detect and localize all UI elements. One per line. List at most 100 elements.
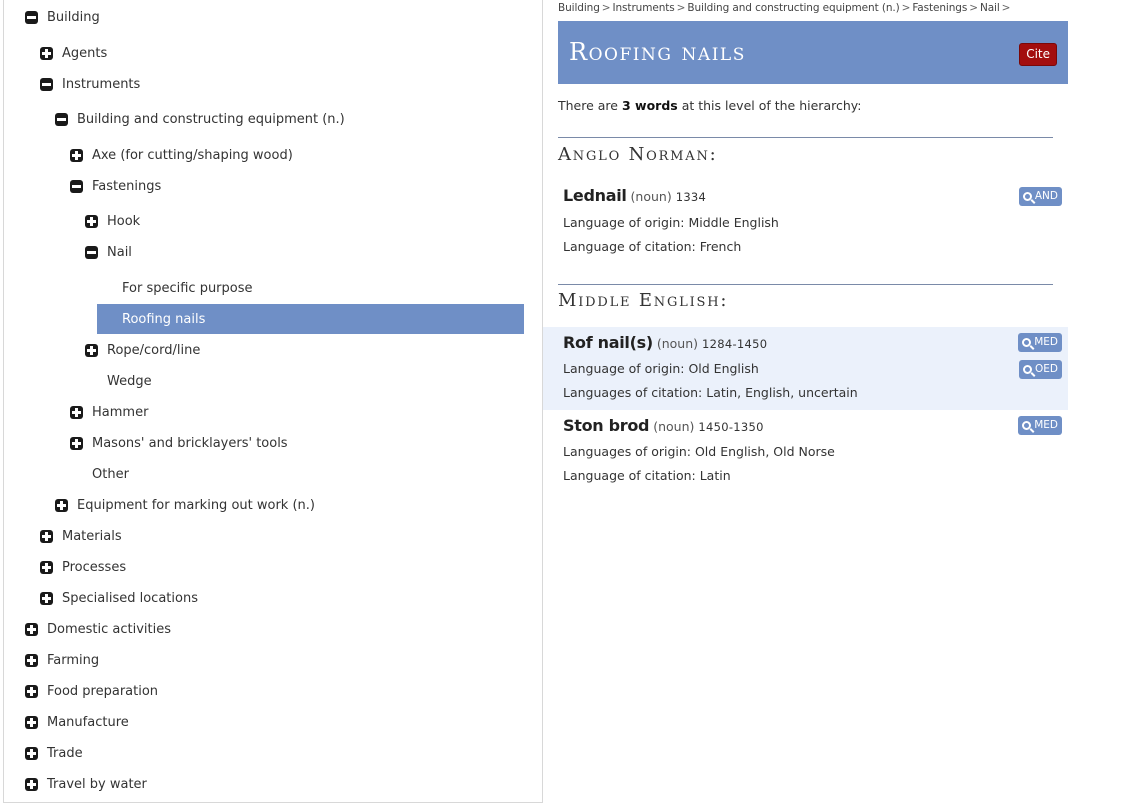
headword: Lednail bbox=[563, 186, 627, 205]
tree-node-building[interactable]: Building bbox=[25, 5, 100, 29]
tree-node-materials[interactable]: Materials bbox=[40, 524, 122, 548]
minus-square-icon[interactable] bbox=[70, 179, 83, 193]
tree-node-label[interactable]: Nail bbox=[107, 245, 132, 260]
tree-node-masons-tools[interactable]: Masons' and bricklayers' tools bbox=[70, 431, 288, 455]
tree-node-fastenings[interactable]: Fastenings bbox=[70, 174, 161, 198]
tree-node-for-specific-purpose[interactable]: For specific purpose bbox=[122, 276, 253, 300]
breadcrumb: Building > Instruments > Building and constr… bbox=[558, 2, 1012, 14]
tree-node-label[interactable]: Wedge bbox=[107, 374, 152, 389]
search-icon bbox=[1022, 421, 1032, 430]
hierarchy-tree: Building Agents Instruments Building and… bbox=[3, 0, 543, 803]
breadcrumb-item[interactable]: Building bbox=[558, 2, 600, 14]
tree-node-label[interactable]: Domestic activities bbox=[47, 622, 171, 637]
plus-square-icon[interactable] bbox=[25, 622, 38, 636]
minus-square-icon[interactable] bbox=[25, 10, 38, 24]
oed-dictionary-button[interactable]: OED bbox=[1019, 360, 1062, 379]
tree-node-label[interactable]: Instruments bbox=[62, 77, 140, 92]
plus-square-icon[interactable] bbox=[25, 746, 38, 760]
breadcrumb-item[interactable]: Building and constructing equipment (n.) bbox=[687, 2, 899, 14]
plus-square-icon[interactable] bbox=[85, 214, 98, 228]
breadcrumb-separator: > bbox=[901, 2, 911, 14]
cite-button[interactable]: Cite bbox=[1019, 43, 1057, 66]
tree-node-label[interactable]: Rope/cord/line bbox=[107, 343, 200, 358]
tree-node-domestic-activities[interactable]: Domestic activities bbox=[25, 617, 171, 641]
tree-node-nail[interactable]: Nail bbox=[85, 240, 132, 264]
tree-node-label[interactable]: Trade bbox=[47, 746, 83, 761]
tree-node-trade[interactable]: Trade bbox=[25, 741, 83, 765]
dictionary-button-label: MED bbox=[1034, 419, 1058, 431]
tree-node-label[interactable]: Travel by water bbox=[47, 777, 147, 792]
tree-node-label[interactable]: Fastenings bbox=[92, 179, 161, 194]
plus-square-icon[interactable] bbox=[40, 529, 53, 543]
tree-node-wedge[interactable]: Wedge bbox=[107, 369, 152, 393]
tree-node-label[interactable]: Hook bbox=[107, 214, 140, 229]
tree-node-label[interactable]: Equipment for marking out work (n.) bbox=[77, 498, 315, 513]
tree-node-label[interactable]: Roofing nails bbox=[122, 312, 205, 327]
tree-node-label[interactable]: Materials bbox=[62, 529, 122, 544]
med-dictionary-button[interactable]: MED bbox=[1018, 416, 1062, 435]
tree-node-label[interactable]: Axe (for cutting/shaping wood) bbox=[92, 148, 293, 163]
plus-square-icon[interactable] bbox=[85, 343, 98, 357]
plus-square-icon[interactable] bbox=[40, 560, 53, 574]
tree-node-label[interactable]: Hammer bbox=[92, 405, 148, 420]
breadcrumb-item[interactable]: Nail bbox=[980, 2, 1000, 14]
language-of-origin: Language of origin: Middle English bbox=[563, 215, 779, 230]
tree-node-building-equipment[interactable]: Building and constructing equipment (n.) bbox=[55, 107, 345, 131]
tree-node-label[interactable]: Manufacture bbox=[47, 715, 129, 730]
tree-node-hook[interactable]: Hook bbox=[85, 209, 140, 233]
and-dictionary-button[interactable]: AND bbox=[1018, 187, 1062, 206]
tree-node-manufacture[interactable]: Manufacture bbox=[25, 710, 129, 734]
tree-node-label[interactable]: Agents bbox=[62, 46, 107, 61]
search-icon bbox=[1022, 192, 1032, 201]
tree-node-roofing-nails[interactable]: Roofing nails bbox=[97, 304, 524, 334]
plus-square-icon[interactable] bbox=[40, 591, 53, 605]
plus-square-icon[interactable] bbox=[25, 777, 38, 791]
plus-square-icon[interactable] bbox=[25, 653, 38, 667]
tree-node-axe[interactable]: Axe (for cutting/shaping wood) bbox=[70, 143, 293, 167]
tree-node-label[interactable]: Other bbox=[92, 467, 129, 482]
tree-node-hammer[interactable]: Hammer bbox=[70, 400, 148, 424]
tree-node-marking-equipment[interactable]: Equipment for marking out work (n.) bbox=[55, 493, 315, 517]
minus-square-icon[interactable] bbox=[40, 77, 53, 91]
attestation-dates: 1450-1350 bbox=[698, 420, 764, 434]
breadcrumb-item[interactable]: Fastenings bbox=[912, 2, 967, 14]
tree-node-specialised-locations[interactable]: Specialised locations bbox=[40, 586, 198, 610]
word-count-summary: There are 3 words at this level of the h… bbox=[558, 98, 861, 113]
tree-node-label[interactable]: Food preparation bbox=[47, 684, 158, 699]
plus-square-icon[interactable] bbox=[25, 715, 38, 729]
med-dictionary-button[interactable]: MED bbox=[1018, 333, 1062, 352]
section-divider bbox=[558, 137, 1053, 138]
plus-square-icon[interactable] bbox=[70, 148, 83, 162]
plus-square-icon[interactable] bbox=[40, 46, 53, 60]
tree-node-agents[interactable]: Agents bbox=[40, 41, 107, 65]
plus-square-icon[interactable] bbox=[70, 436, 83, 450]
minus-square-icon[interactable] bbox=[85, 245, 98, 259]
tree-node-farming[interactable]: Farming bbox=[25, 648, 99, 672]
minus-square-icon[interactable] bbox=[55, 112, 68, 126]
language-of-citation: Language of citation: French bbox=[563, 239, 742, 254]
breadcrumb-item[interactable]: Instruments bbox=[613, 2, 675, 14]
tree-node-processes[interactable]: Processes bbox=[40, 555, 126, 579]
plus-square-icon[interactable] bbox=[25, 684, 38, 698]
breadcrumb-separator: > bbox=[601, 2, 611, 14]
language-of-citation: Language of citation: Latin bbox=[563, 468, 731, 483]
tree-node-travel-by-water[interactable]: Travel by water bbox=[25, 772, 147, 796]
breadcrumb-separator: > bbox=[969, 2, 978, 14]
breadcrumb-separator: > bbox=[1001, 2, 1011, 14]
plus-square-icon[interactable] bbox=[70, 405, 83, 419]
tree-node-other[interactable]: Other bbox=[92, 462, 129, 486]
tree-node-label[interactable]: Masons' and bricklayers' tools bbox=[92, 436, 288, 451]
tree-node-label[interactable]: Building and constructing equipment (n.) bbox=[77, 112, 345, 127]
tree-node-label[interactable]: Building bbox=[47, 10, 100, 25]
plus-square-icon[interactable] bbox=[55, 498, 68, 512]
tree-node-instruments[interactable]: Instruments bbox=[40, 72, 140, 96]
tree-node-rope[interactable]: Rope/cord/line bbox=[85, 338, 200, 362]
tree-node-label[interactable]: For specific purpose bbox=[122, 281, 253, 296]
tree-node-label[interactable]: Processes bbox=[62, 560, 126, 575]
word-entry-lednail: Lednail (noun) 1334 Language of origin: … bbox=[543, 182, 1068, 264]
tree-node-label[interactable]: Farming bbox=[47, 653, 99, 668]
tree-node-food-preparation[interactable]: Food preparation bbox=[25, 679, 158, 703]
page-title: Roofing nails bbox=[569, 38, 746, 66]
summary-prefix: There are bbox=[558, 98, 622, 113]
tree-node-label[interactable]: Specialised locations bbox=[62, 591, 198, 606]
